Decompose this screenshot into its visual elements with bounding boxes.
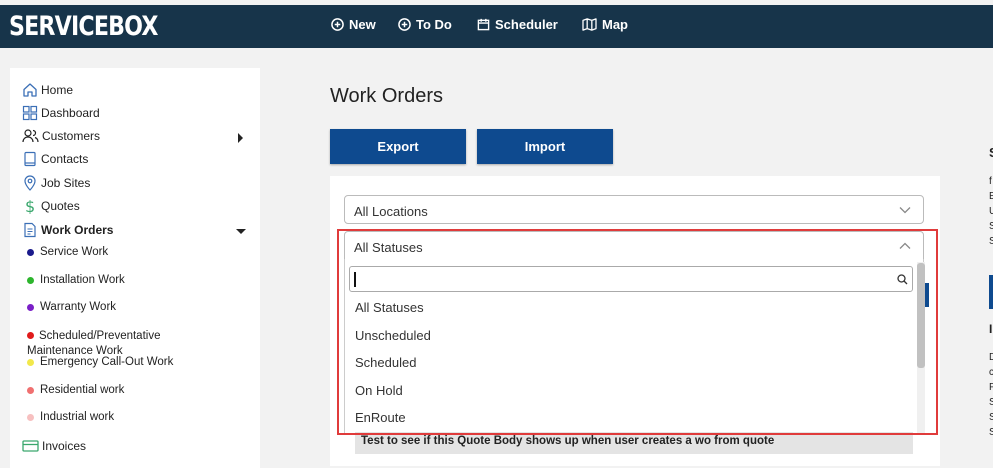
clipped-text: S <box>989 236 993 247</box>
sidebar-subitem-emergency[interactable]: Emergency Call-Out Work <box>27 356 173 368</box>
sidebar-item-dashboard[interactable]: Dashboard <box>22 105 100 121</box>
status-option[interactable]: Unscheduled <box>355 328 431 343</box>
sidebar-subitem-scheduled-preventative[interactable]: Scheduled/Preventative Maintenance Work <box>27 329 227 359</box>
dashboard-icon <box>22 105 38 121</box>
nav-todo-label: To Do <box>416 17 452 32</box>
sidebar-item-quotes[interactable]: $ Quotes <box>22 198 80 214</box>
status-dot-icon <box>27 358 34 366</box>
sidebar-item-job-sites[interactable]: Job Sites <box>22 175 90 191</box>
status-dot-icon <box>27 248 34 256</box>
top-navbar: SERVICEBOX New To Do Scheduler Map <box>0 5 993 48</box>
page-title: Work Orders <box>330 85 443 107</box>
text-cursor <box>354 272 356 287</box>
clipped-text: f <box>989 176 992 187</box>
clipped-text: U <box>989 206 993 217</box>
nav-new[interactable]: New <box>331 17 376 32</box>
nav-map-label: Map <box>602 17 628 32</box>
clipped-text: F <box>989 382 993 393</box>
sidebar-item-label: Customers <box>42 129 101 143</box>
collapse-arrow-icon[interactable] <box>236 229 246 234</box>
sidebar-item-label: Dashboard <box>41 106 100 120</box>
status-dot-icon <box>27 332 34 339</box>
status-dot-icon <box>27 386 34 394</box>
sidebar-subitem-label: Scheduled/Preventative Maintenance Work <box>27 330 161 357</box>
status-select-value: All Statuses <box>354 240 423 255</box>
search-icon <box>897 274 908 285</box>
status-dot-icon <box>27 413 34 421</box>
contacts-icon <box>24 151 36 167</box>
status-dot-icon <box>27 303 34 311</box>
sidebar-subitem-residential[interactable]: Residential work <box>27 384 124 396</box>
nav-new-label: New <box>349 17 376 32</box>
clipped-text: S <box>989 221 993 232</box>
import-button[interactable]: Import <box>477 129 613 164</box>
sidebar-item-label: Work Orders <box>41 223 114 237</box>
sidebar-item-home[interactable]: Home <box>22 82 73 98</box>
calendar-icon <box>477 18 490 31</box>
sidebar-item-contacts[interactable]: Contacts <box>22 151 88 167</box>
quote-row-text: Test to see if this Quote Body shows up … <box>361 435 775 447</box>
sidebar-subitem-label: Residential work <box>40 384 125 396</box>
clipped-text: S <box>989 427 993 438</box>
sidebar-subitem-label: Installation Work <box>40 274 125 286</box>
dollar-icon: $ <box>25 198 35 214</box>
nav-scheduler[interactable]: Scheduler <box>477 17 558 32</box>
sidebar-item-label: Job Sites <box>41 176 91 190</box>
export-button[interactable]: Export <box>330 129 466 164</box>
clipped-heading: I <box>989 322 993 336</box>
sidebar-item-label: Invoices <box>42 439 87 453</box>
users-icon <box>22 129 39 143</box>
clipped-text: c <box>989 367 993 378</box>
hidden-button-edge <box>925 283 929 307</box>
clipped-text: S <box>989 397 993 408</box>
sidebar-subitem-label: Industrial work <box>40 411 115 423</box>
status-option[interactable]: All Statuses <box>355 300 424 315</box>
sidebar-subitem-label: Emergency Call-Out Work <box>40 356 174 368</box>
expand-arrow-icon[interactable] <box>238 133 243 143</box>
status-option[interactable]: On Hold <box>355 383 403 398</box>
svg-text:$: $ <box>25 198 35 214</box>
clipped-text: D <box>989 352 993 363</box>
sidebar-item-label: Contacts <box>41 152 89 166</box>
sidebar-item-label: Quotes <box>41 199 80 213</box>
home-icon <box>23 83 37 97</box>
nav-todo[interactable]: To Do <box>398 17 452 32</box>
clipped-text: S <box>989 412 993 423</box>
clipped-button[interactable] <box>989 275 993 309</box>
sidebar-subitem-label: Warranty Work <box>40 301 117 313</box>
sidebar-subitem-industrial[interactable]: Industrial work <box>27 411 114 423</box>
sidebar-item-label: Home <box>41 83 74 97</box>
quote-row[interactable]: Test to see if this Quote Body shows up … <box>355 432 913 454</box>
status-option[interactable]: Scheduled <box>355 355 416 370</box>
dropdown-scrollbar-thumb[interactable] <box>917 263 925 368</box>
status-select[interactable]: All Statuses <box>344 231 924 260</box>
nav-scheduler-label: Scheduler <box>495 17 558 32</box>
invoice-icon <box>22 440 39 452</box>
sidebar-subitem-installation-work[interactable]: Installation Work <box>27 274 125 286</box>
status-search-input[interactable] <box>349 266 913 292</box>
status-dot-icon <box>27 276 34 284</box>
servicebox-logo[interactable]: SERVICEBOX <box>9 11 158 42</box>
chevron-down-icon <box>899 207 911 214</box>
clipped-heading: S <box>989 145 993 160</box>
sidebar-subitem-label: Service Work <box>40 246 109 258</box>
sidebar-subitem-warranty-work[interactable]: Warranty Work <box>27 301 116 313</box>
sidebar-item-work-orders[interactable]: Work Orders <box>22 222 113 238</box>
document-icon <box>24 222 36 238</box>
clipped-text: E <box>989 191 993 202</box>
location-select[interactable]: All Locations <box>344 195 924 224</box>
location-select-value: All Locations <box>354 204 428 219</box>
location-pin-icon <box>24 175 36 191</box>
sidebar-subitem-service-work[interactable]: Service Work <box>27 246 108 258</box>
status-option[interactable]: EnRoute <box>355 410 406 425</box>
plus-circle-icon <box>331 18 344 31</box>
sidebar-item-invoices[interactable]: Invoices <box>22 439 86 453</box>
sidebar-item-customers[interactable]: Customers <box>22 128 100 144</box>
map-icon <box>582 18 597 31</box>
chevron-up-icon <box>899 242 911 249</box>
plus-circle-icon <box>398 18 411 31</box>
nav-map[interactable]: Map <box>582 17 628 32</box>
